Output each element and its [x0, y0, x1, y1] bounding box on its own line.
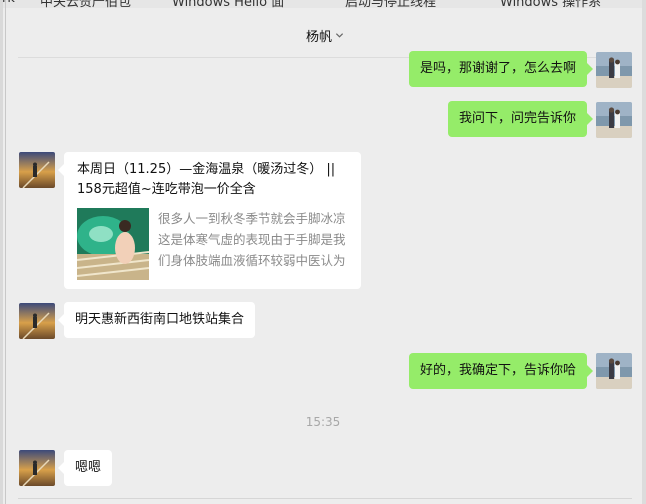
bookmark-item[interactable]: 中关云赞严伯包 — [40, 0, 131, 8]
message-text: 是吗，那谢谢了，怎么去啊 — [419, 61, 576, 76]
message-bubble-received[interactable]: 嗯嗯 — [57, 450, 113, 486]
message-bubble-sent[interactable]: 好的，我确定下，告诉你哈 — [408, 353, 594, 389]
sunset-avatar-icon — [19, 303, 55, 339]
message-text: 嗯嗯 — [75, 460, 102, 475]
avatar-contact[interactable] — [19, 303, 55, 339]
avatar-self[interactable] — [596, 353, 632, 389]
browser-bookmark-bar: rk 中关云赞严伯包 Windows Hello 面 启动与停止线程 Windo… — [0, 0, 646, 8]
avatar-contact[interactable] — [19, 450, 55, 486]
message-bubble-sent[interactable]: 我问下，问完告诉你 — [447, 101, 594, 137]
message-text: 好的，我确定下，告诉你哈 — [419, 363, 576, 378]
avatar-contact[interactable] — [19, 152, 55, 188]
bookmark-item[interactable]: 启动与停止线程 — [345, 0, 436, 8]
card-title: 本周日（11.25）—金海温泉（暖汤过冬） || 158元超值~连吃带泡一价全含 — [77, 162, 336, 197]
article-share-card[interactable]: 本周日（11.25）—金海温泉（暖汤过冬） || 158元超值~连吃带泡一价全含… — [58, 152, 361, 289]
message-text: 明天惠新西街南口地铁站集合 — [75, 312, 245, 327]
bookmark-item[interactable]: Windows Hello 面 — [172, 0, 284, 8]
sunset-avatar-icon — [19, 450, 55, 486]
beach-couple-avatar-icon — [596, 102, 632, 138]
sunset-avatar-icon — [19, 152, 55, 188]
message-bubble-received[interactable]: 明天惠新西街南口地铁站集合 — [57, 302, 256, 338]
chat-title: 杨帆 — [305, 30, 332, 45]
hot-spring-image-icon — [77, 208, 149, 280]
chat-title-button[interactable]: 杨帆 — [306, 26, 344, 45]
input-area-divider — [18, 498, 632, 499]
avatar-self[interactable] — [596, 52, 632, 88]
avatar-self[interactable] — [596, 102, 632, 138]
bookmark-item[interactable]: rk — [2, 0, 15, 6]
card-description: 很多人一到秋冬季节就会手脚冰凉这是体寒气虚的表现由于手脚是我们身体肢端血液循环较… — [158, 211, 346, 268]
message-timestamp: 15:35 — [305, 415, 341, 429]
hot-spring-thumbnail — [77, 208, 149, 280]
bookmark-item[interactable]: Windows 操作系 — [500, 0, 601, 8]
beach-couple-avatar-icon — [596, 353, 632, 389]
chevron-down-icon — [335, 33, 344, 38]
message-bubble-sent[interactable]: 是吗，那谢谢了，怎么去啊 — [408, 51, 594, 87]
beach-couple-avatar-icon — [596, 52, 632, 88]
message-text: 我问下，问完告诉你 — [458, 111, 576, 126]
